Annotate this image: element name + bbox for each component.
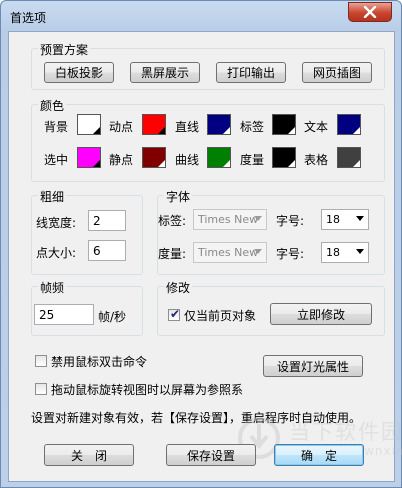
chevron-down-icon [254, 249, 262, 254]
font-group-label: 字体 [164, 188, 193, 205]
measure-size-select[interactable]: 18 [321, 242, 369, 263]
chevron-down-icon [356, 249, 364, 254]
color-label-selected: 选中 [44, 153, 69, 167]
preset-whiteboard-button[interactable]: 白板投影 [44, 62, 114, 83]
color-label-measure: 度量 [240, 153, 265, 167]
tag-font-value: Times New [198, 213, 259, 226]
colors-group-label: 颜色 [38, 97, 67, 114]
color-swatch-curve[interactable] [207, 147, 231, 168]
drag-rotate-screen-reference-checkbox[interactable] [35, 383, 47, 395]
frame-rate-input[interactable] [34, 304, 94, 325]
frame-rate-unit: 帧/秒 [98, 310, 127, 324]
modify-group: 修改 ✔ 仅当前页对象 立即修改 [157, 279, 385, 336]
tag-font-label: 标签: [158, 214, 187, 228]
tag-size-label: 字号: [276, 214, 305, 228]
point-size-input[interactable] [88, 240, 126, 261]
color-label-tag: 标签 [240, 120, 265, 134]
preset-group-label: 预置方案 [38, 41, 91, 58]
disable-double-click-checkbox[interactable] [35, 355, 47, 367]
color-label-curve: 曲线 [175, 153, 200, 167]
measure-size-value: 18 [326, 246, 340, 259]
color-swatch-text[interactable] [337, 114, 361, 135]
close-button[interactable]: 关 闭 [44, 444, 134, 466]
title-bar[interactable]: 首选项 [1, 1, 401, 31]
color-label-text: 文本 [304, 120, 329, 134]
modify-group-label: 修改 [164, 279, 193, 296]
measure-font-select[interactable]: Times New [193, 242, 267, 263]
color-swatch-static-point[interactable] [142, 147, 166, 168]
color-label-table: 表格 [304, 153, 329, 167]
preferences-dialog: 首选项 预置方案 白板投影 黑屏展示 打印输出 网页插图 颜色 背景 动点 直线… [0, 0, 402, 488]
dialog-client-area: 预置方案 白板投影 黑屏展示 打印输出 网页插图 颜色 背景 动点 直线 标签 … [8, 31, 402, 482]
measure-font-value: Times New [198, 246, 259, 259]
color-label-line: 直线 [175, 120, 200, 134]
thickness-group: 粗细 线宽度: 点大小: [31, 188, 143, 275]
check-mark-icon: ✔ [170, 307, 181, 321]
preset-print-button[interactable]: 打印输出 [216, 62, 286, 83]
disable-double-click-label: 禁用鼠标双击命令 [51, 355, 148, 369]
color-swatch-selected[interactable] [77, 147, 101, 168]
chevron-down-icon [356, 216, 364, 221]
preset-blackscreen-button[interactable]: 黑屏展示 [130, 62, 200, 83]
color-swatch-tag[interactable] [272, 114, 296, 135]
line-width-input[interactable] [88, 210, 126, 231]
color-swatch-background[interactable] [77, 114, 101, 135]
preset-webpage-button[interactable]: 网页插图 [302, 62, 372, 83]
measure-font-label: 度量: [158, 247, 187, 261]
color-label-background: 背景 [44, 120, 69, 134]
tag-size-value: 18 [326, 213, 340, 226]
colors-group: 颜色 背景 动点 直线 标签 文本 选中 静点 曲线 度量 表格 [31, 97, 385, 182]
tag-font-select[interactable]: Times New [193, 209, 267, 230]
color-label-static-point: 静点 [109, 153, 134, 167]
frame-rate-group-label: 帧频 [38, 279, 67, 296]
color-swatch-moving-point[interactable] [142, 114, 166, 135]
ok-button[interactable]: 确 定 [274, 444, 364, 466]
drag-rotate-screen-reference-label: 拖动鼠标旋转视图时以屏幕为参照系 [51, 383, 244, 397]
close-window-button[interactable] [348, 2, 392, 22]
close-icon [363, 6, 377, 18]
color-swatch-line[interactable] [207, 114, 231, 135]
frame-rate-group: 帧频 帧/秒 [31, 279, 143, 336]
color-swatch-table[interactable] [337, 147, 361, 168]
chevron-down-icon [254, 216, 262, 221]
apply-now-button[interactable]: 立即修改 [270, 303, 372, 325]
current-page-only-checkbox[interactable]: ✔ [168, 307, 181, 321]
tag-size-select[interactable]: 18 [321, 209, 369, 230]
thickness-group-label: 粗细 [38, 188, 67, 205]
light-properties-button[interactable]: 设置灯光属性 [263, 355, 363, 377]
font-group: 字体 标签: Times New 字号: 18 度量: Times New 字号… [157, 188, 385, 275]
color-swatch-measure[interactable] [272, 147, 296, 168]
window-title: 首选项 [10, 11, 47, 25]
line-width-label: 线宽度: [36, 216, 77, 230]
color-label-moving-point: 动点 [109, 120, 134, 134]
point-size-label: 点大小: [36, 246, 77, 260]
save-settings-button[interactable]: 保存设置 [166, 444, 256, 466]
current-page-only-label: 仅当前页对象 [184, 309, 257, 323]
watermark-main-text: 当下软件园 [289, 420, 402, 444]
measure-size-label: 字号: [276, 247, 305, 261]
preset-group: 预置方案 白板投影 黑屏展示 打印输出 网页插图 [31, 41, 385, 90]
